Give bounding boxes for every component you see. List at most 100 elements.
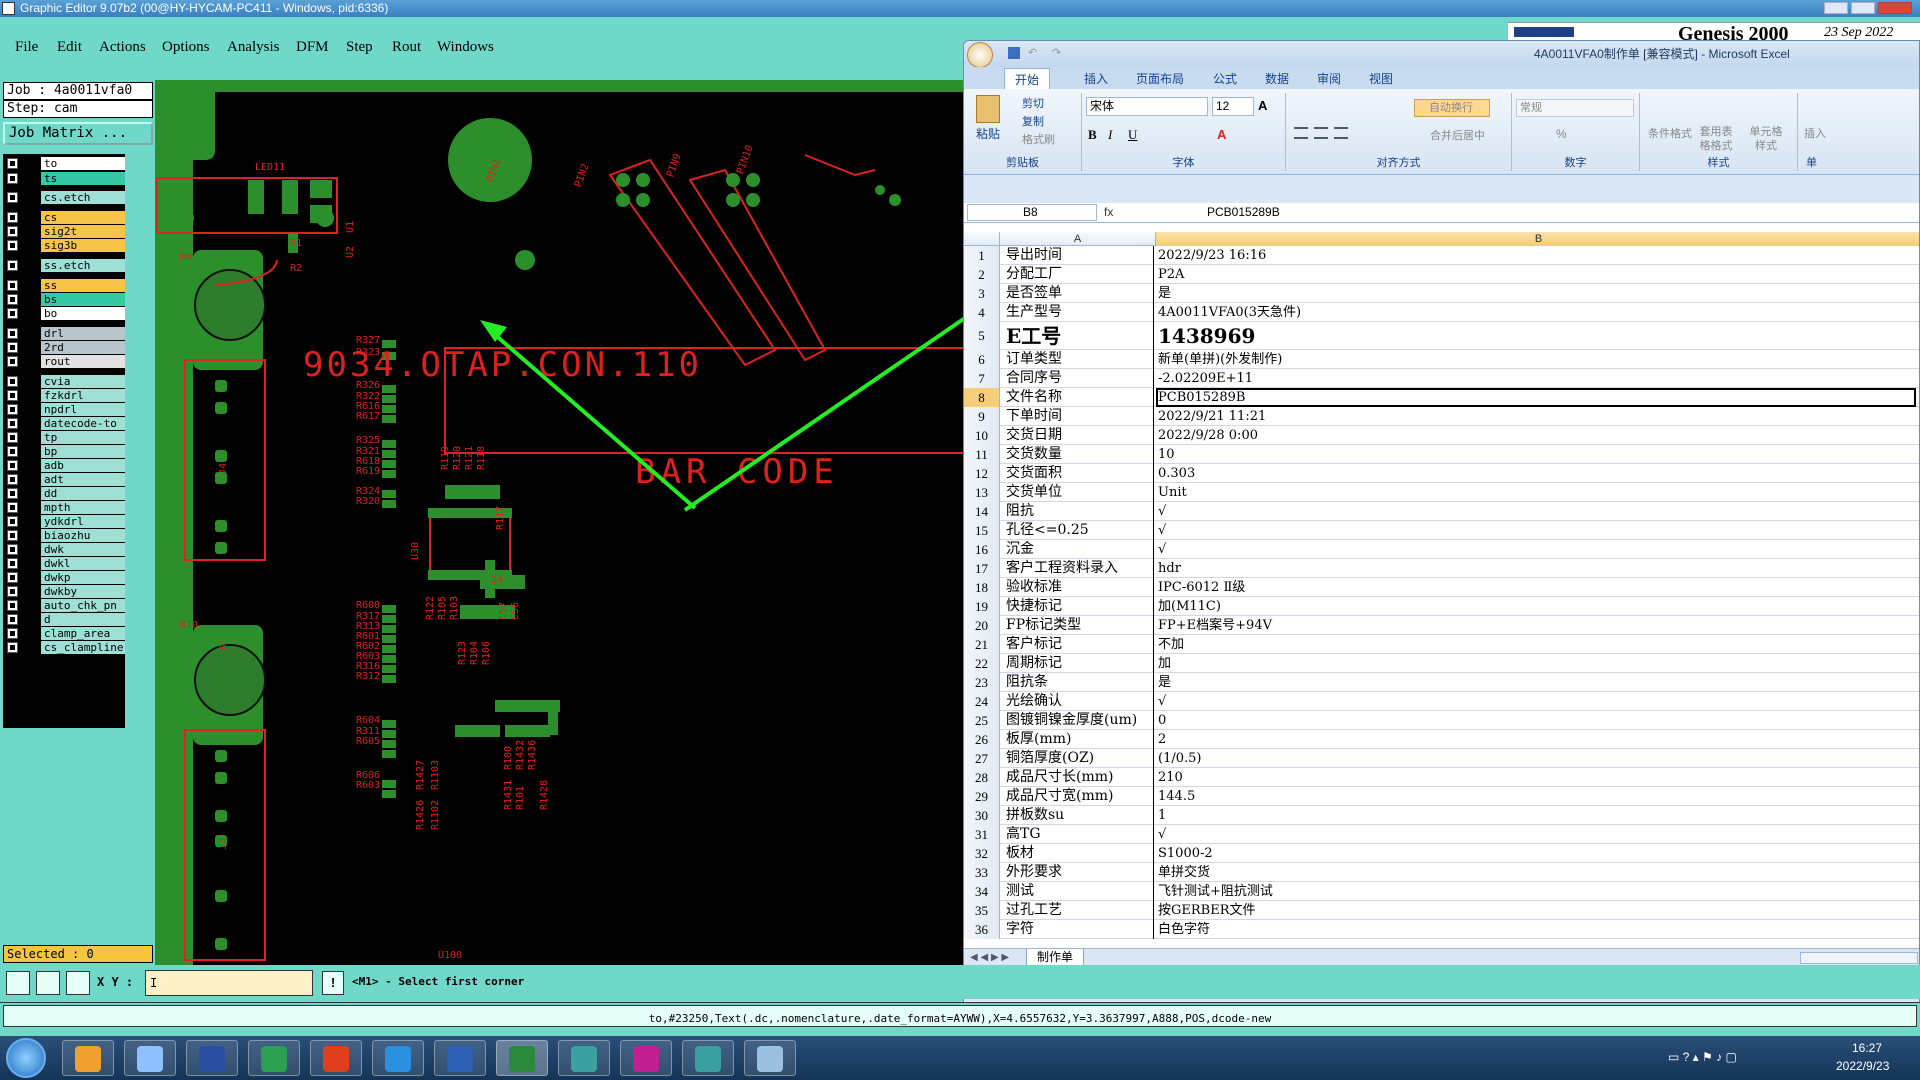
layer-checkbox[interactable] — [7, 328, 18, 339]
cell-a[interactable]: 成品尺寸宽(mm) — [1006, 787, 1154, 806]
layer-row[interactable]: cs.etch — [3, 190, 125, 205]
layer-name[interactable]: 2rd — [41, 341, 125, 354]
close-button[interactable] — [1878, 2, 1912, 14]
layer-row[interactable]: fzkdrl — [3, 388, 125, 403]
layer-name[interactable]: rout — [41, 355, 125, 368]
layer-name[interactable]: drl — [41, 327, 125, 340]
cell-b[interactable]: 10 — [1156, 445, 1916, 464]
layer-row[interactable]: d — [3, 612, 125, 627]
cell-style-button[interactable]: 单元格样式 — [1748, 125, 1784, 153]
number-format-select[interactable]: 常规 — [1516, 99, 1634, 117]
layer-row[interactable]: ydkdrl — [3, 514, 125, 529]
layer-checkbox[interactable] — [7, 446, 18, 457]
cell-a[interactable]: 外形要求 — [1006, 863, 1154, 882]
taskbar-app-shell[interactable] — [62, 1040, 114, 1076]
table-format-button[interactable]: 套用表格格式 — [1698, 125, 1734, 153]
layer-name[interactable]: ss — [41, 279, 125, 292]
align-left-icon[interactable] — [1294, 127, 1308, 139]
layer-checkbox[interactable] — [7, 628, 18, 639]
row-number[interactable]: 32 — [964, 844, 1000, 863]
menu-windows[interactable]: Windows — [437, 39, 494, 56]
row-number[interactable]: 31 — [964, 825, 1000, 844]
layer-name[interactable]: dwkby — [41, 585, 125, 598]
layer-row[interactable]: mpth — [3, 500, 125, 515]
cell-b[interactable]: 1438969 — [1156, 322, 1916, 350]
layer-row[interactable]: datecode-to — [3, 416, 125, 431]
tab-formulas[interactable]: 公式 — [1213, 70, 1237, 87]
cell-a[interactable]: 铜箔厚度(OZ) — [1006, 749, 1154, 768]
cell-a[interactable]: 交货数量 — [1006, 445, 1154, 464]
layer-row[interactable]: clamp_area — [3, 626, 125, 641]
layer-checkbox[interactable] — [7, 260, 18, 271]
cell-a[interactable]: 拼板数su — [1006, 806, 1154, 825]
cell-b[interactable]: P2A — [1156, 265, 1916, 284]
cell-b[interactable]: 单拼交货 — [1156, 863, 1916, 882]
wrap-text-button[interactable]: 自动换行 — [1414, 99, 1490, 117]
layer-name[interactable]: sig3b — [41, 239, 125, 252]
redo-icon[interactable]: ↷ — [1052, 47, 1064, 59]
row-number[interactable]: 5 — [964, 322, 1000, 350]
layer-name[interactable]: bo — [41, 307, 125, 320]
layer-checkbox[interactable] — [7, 280, 18, 291]
insert-cells-button[interactable]: 插入 — [1804, 125, 1826, 141]
cell-a[interactable]: 导出时间 — [1006, 246, 1154, 265]
cell-a[interactable]: 测试 — [1006, 882, 1154, 901]
layer-row[interactable]: to — [3, 156, 125, 171]
cell-a[interactable]: 高TG — [1006, 825, 1154, 844]
layer-checkbox[interactable] — [7, 544, 18, 555]
layer-checkbox[interactable] — [7, 226, 18, 237]
cell-a[interactable]: 阻抗 — [1006, 502, 1154, 521]
cell-a[interactable]: E工号 — [1006, 322, 1154, 350]
merge-center-button[interactable]: 合并后居中 — [1430, 127, 1485, 143]
cell-a[interactable]: 周期标记 — [1006, 654, 1154, 673]
menu-file[interactable]: File — [15, 39, 38, 56]
copy-button[interactable]: 复制 — [1022, 113, 1044, 129]
cell-a[interactable]: 文件名称 — [1006, 388, 1154, 407]
layer-name[interactable]: cs.etch — [41, 191, 125, 204]
cell-a[interactable]: 下单时间 — [1006, 407, 1154, 426]
cell-b[interactable]: 新单(单拼)(外发制作) — [1156, 350, 1916, 369]
layer-row[interactable]: sig3b — [3, 238, 125, 253]
row-number[interactable]: 17 — [964, 559, 1000, 578]
layer-row[interactable]: sig2t — [3, 224, 125, 239]
tab-view[interactable]: 视图 — [1369, 70, 1393, 87]
cell-a[interactable]: 交货日期 — [1006, 426, 1154, 445]
fx-icon[interactable]: fx — [1104, 204, 1113, 221]
row-number[interactable]: 27 — [964, 749, 1000, 768]
cell-a[interactable]: 阻抗条 — [1006, 673, 1154, 692]
paste-icon[interactable] — [976, 95, 1000, 123]
maximize-button[interactable] — [1851, 2, 1875, 14]
cell-a[interactable]: 快捷标记 — [1006, 597, 1154, 616]
layer-name[interactable]: adt — [41, 473, 125, 486]
layer-checkbox[interactable] — [7, 418, 18, 429]
grow-font-button[interactable]: A — [1258, 98, 1267, 113]
column-a-header[interactable]: A — [1000, 232, 1156, 246]
taskbar-app-x[interactable] — [620, 1040, 672, 1076]
layer-checkbox[interactable] — [7, 530, 18, 541]
row-number[interactable]: 7 — [964, 369, 1000, 388]
tool-grid-icon[interactable] — [66, 971, 90, 995]
layer-row[interactable]: cvia — [3, 374, 125, 389]
cell-a[interactable]: 验收标准 — [1006, 578, 1154, 597]
cell-b[interactable]: 不加 — [1156, 635, 1916, 654]
layer-name[interactable]: cvia — [41, 375, 125, 388]
layer-checkbox[interactable] — [7, 240, 18, 251]
cell-b[interactable]: 按GERBER文件 — [1156, 901, 1916, 920]
xy-input[interactable]: I — [145, 970, 313, 996]
cell-b[interactable]: -2.02209E+11 — [1156, 369, 1916, 388]
row-number[interactable]: 25 — [964, 711, 1000, 730]
taskbar-app-p[interactable] — [248, 1040, 300, 1076]
row-number[interactable]: 3 — [964, 284, 1000, 303]
layer-row[interactable]: ss — [3, 278, 125, 293]
taskbar-app-excel[interactable] — [496, 1040, 548, 1076]
layer-name[interactable]: dwkl — [41, 557, 125, 570]
cell-b[interactable]: 加(M11C) — [1156, 597, 1916, 616]
column-b-header[interactable]: B — [1156, 232, 1919, 246]
tray-icons[interactable]: ▭ ? ▴ ⚑ ♪ ▢ — [1668, 1050, 1788, 1066]
cell-b[interactable]: 是 — [1156, 673, 1916, 692]
tab-home[interactable]: 开始 — [1004, 68, 1051, 89]
layer-row[interactable]: bs — [3, 292, 125, 307]
row-number[interactable]: 26 — [964, 730, 1000, 749]
row-number[interactable]: 21 — [964, 635, 1000, 654]
layer-row[interactable]: ss.etch — [3, 258, 125, 273]
